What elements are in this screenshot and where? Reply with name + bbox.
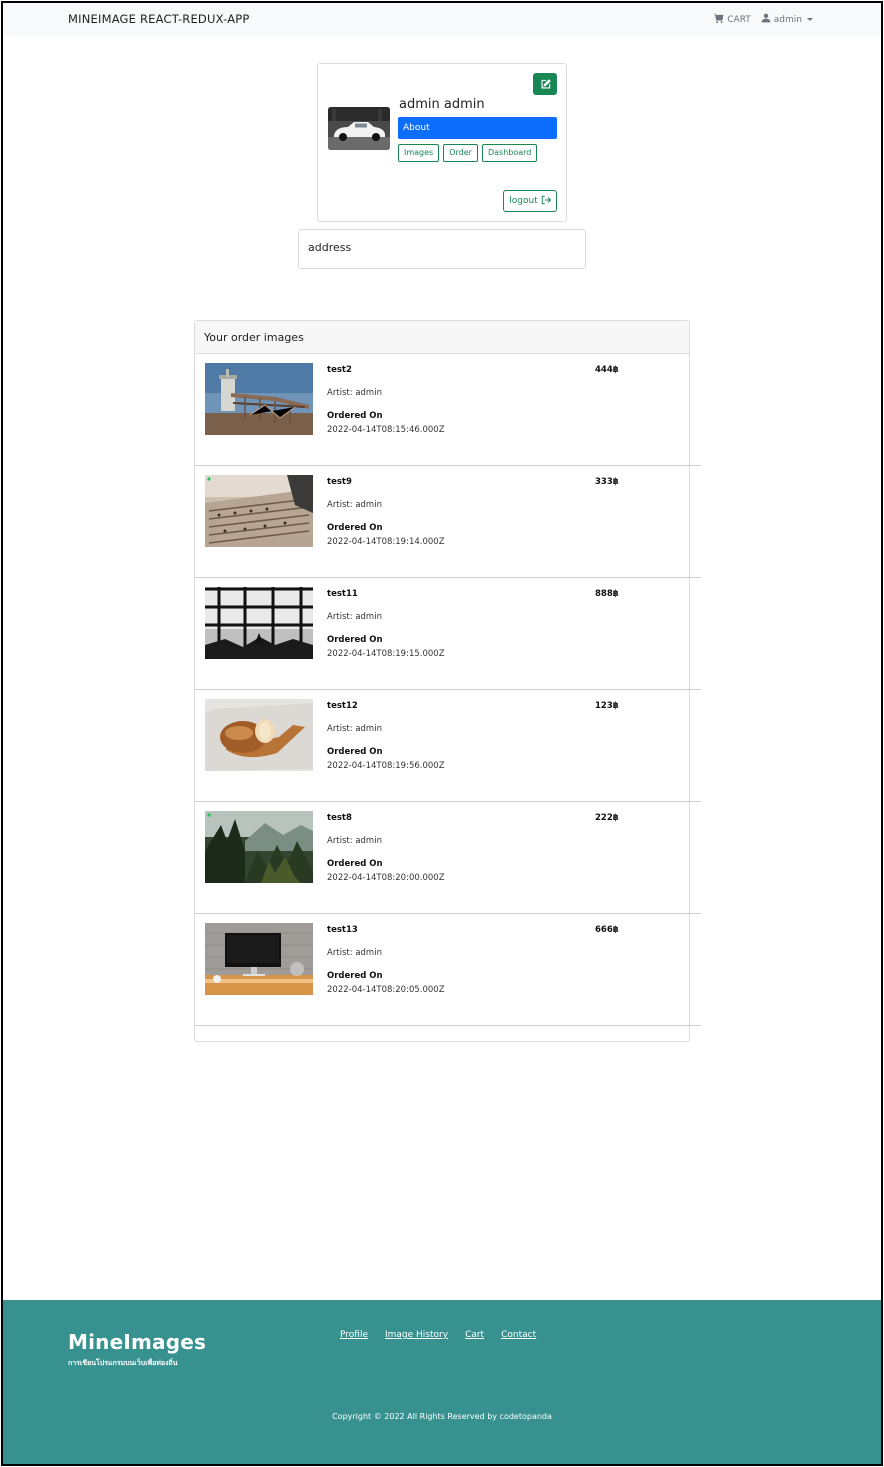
- profile-name: admin admin: [399, 97, 485, 112]
- about-button[interactable]: About: [398, 117, 557, 139]
- nav-right: CART admin: [714, 13, 813, 26]
- desk-monitor-image: [205, 923, 313, 995]
- order-ordered-label: Ordered On: [327, 747, 383, 757]
- order-date: 2022-04-14T08:15:46.000Z: [327, 425, 445, 435]
- nav-cart-link[interactable]: CART: [714, 13, 751, 26]
- nav-user-dropdown[interactable]: admin: [761, 13, 813, 26]
- profile-card: admin admin About Images Order Dashboard…: [317, 63, 567, 222]
- order-artist: Artist: admin: [327, 724, 382, 734]
- footer-logo: MineImages: [68, 1330, 207, 1354]
- order-ordered-label: Ordered On: [327, 859, 383, 869]
- order-date: 2022-04-14T08:20:00.000Z: [327, 873, 445, 883]
- order-title: test12: [327, 701, 358, 711]
- order-title: test13: [327, 925, 358, 935]
- logout-label: logout: [509, 196, 538, 206]
- tab-images[interactable]: Images: [398, 144, 440, 162]
- order-date: 2022-04-14T08:20:05.000Z: [327, 985, 445, 995]
- order-thumbnail[interactable]: [205, 699, 313, 771]
- order-thumbnail[interactable]: [205, 587, 313, 659]
- order-price: 333฿: [595, 477, 619, 487]
- logout-button[interactable]: logout: [503, 190, 557, 212]
- order-title: test8: [327, 813, 352, 823]
- cart-icon: [714, 13, 724, 26]
- order-item[interactable]: test8 Artist: admin Ordered On 2022-04-1…: [195, 802, 701, 914]
- order-thumbnail[interactable]: [205, 475, 313, 547]
- order-ordered-label: Ordered On: [327, 971, 383, 981]
- footer: MineImages การเขียนโปรแกรมบนเว็บเพื่อท่อ…: [3, 1300, 881, 1464]
- order-date: 2022-04-14T08:19:15.000Z: [327, 649, 445, 659]
- order-item[interactable]: test11 Artist: admin Ordered On 2022-04-…: [195, 578, 701, 690]
- avatar: [328, 107, 390, 150]
- order-title: test11: [327, 589, 358, 599]
- footer-link-cart[interactable]: Cart: [465, 1330, 484, 1340]
- footer-copyright: Copyright © 2022 All Rights Reserved by …: [332, 1412, 552, 1421]
- footer-links: Profile Image History Cart Contact: [340, 1330, 536, 1340]
- industrial-plant-image: [205, 363, 313, 435]
- order-artist: Artist: admin: [327, 836, 382, 846]
- window-silhouette-image: [205, 587, 313, 659]
- edit-profile-button[interactable]: [533, 73, 557, 95]
- order-item[interactable]: test9 Artist: admin Ordered On 2022-04-1…: [195, 466, 701, 578]
- bread-loaf-image: [205, 699, 313, 771]
- order-item[interactable]: test12 Artist: admin Ordered On 2022-04-…: [195, 690, 701, 802]
- footer-link-contact[interactable]: Contact: [501, 1330, 536, 1340]
- order-item[interactable]: test13 Artist: admin Ordered On 2022-04-…: [195, 914, 701, 1026]
- order-price: 666฿: [595, 925, 619, 935]
- order-title: test2: [327, 365, 352, 375]
- address-label: address: [308, 241, 352, 254]
- caret-down-icon: [807, 18, 813, 21]
- profile-tabs: Images Order Dashboard: [398, 144, 538, 162]
- order-item[interactable]: test2 Artist: admin Ordered On 2022-04-1…: [195, 354, 701, 466]
- order-ordered-label: Ordered On: [327, 411, 383, 421]
- order-ordered-label: Ordered On: [327, 635, 383, 645]
- order-date: 2022-04-14T08:19:14.000Z: [327, 537, 445, 547]
- order-title: test9: [327, 477, 352, 487]
- footer-link-profile[interactable]: Profile: [340, 1330, 368, 1340]
- edit-icon: [540, 75, 551, 94]
- order-thumbnail[interactable]: [205, 923, 313, 995]
- order-artist: Artist: admin: [327, 948, 382, 958]
- navbar: MINEIMAGE REACT-REDUX-APP CART admin: [3, 3, 881, 36]
- tab-dashboard[interactable]: Dashboard: [481, 144, 538, 162]
- footer-link-image-history[interactable]: Image History: [385, 1330, 448, 1340]
- tab-order[interactable]: Order: [443, 144, 478, 162]
- nav-user-label: admin: [773, 14, 802, 25]
- footer-tagline: การเขียนโปรแกรมบนเว็บเพื่อท่องถิ่น: [68, 1359, 178, 1367]
- forest-mountains-image: [205, 811, 313, 883]
- order-thumbnail[interactable]: [205, 363, 313, 435]
- logout-icon: [541, 195, 551, 208]
- order-date: 2022-04-14T08:19:56.000Z: [327, 761, 445, 771]
- order-price: 123฿: [595, 701, 619, 711]
- order-thumbnail[interactable]: [205, 811, 313, 883]
- brand-link[interactable]: MINEIMAGE REACT-REDUX-APP: [68, 12, 250, 26]
- order-ordered-label: Ordered On: [327, 523, 383, 533]
- order-price: 444฿: [595, 365, 619, 375]
- order-artist: Artist: admin: [327, 388, 382, 398]
- orders-header: Your order images: [195, 321, 689, 354]
- nav-cart-label: CART: [727, 14, 751, 25]
- user-icon: [761, 13, 771, 26]
- order-price: 222฿: [595, 813, 619, 823]
- order-price: 888฿: [595, 589, 619, 599]
- order-artist: Artist: admin: [327, 612, 382, 622]
- orders-card: Your order images test2 Artist: admin Or…: [194, 320, 701, 1042]
- address-card: address: [298, 229, 586, 269]
- order-artist: Artist: admin: [327, 500, 382, 510]
- mixing-console-image: [205, 475, 313, 547]
